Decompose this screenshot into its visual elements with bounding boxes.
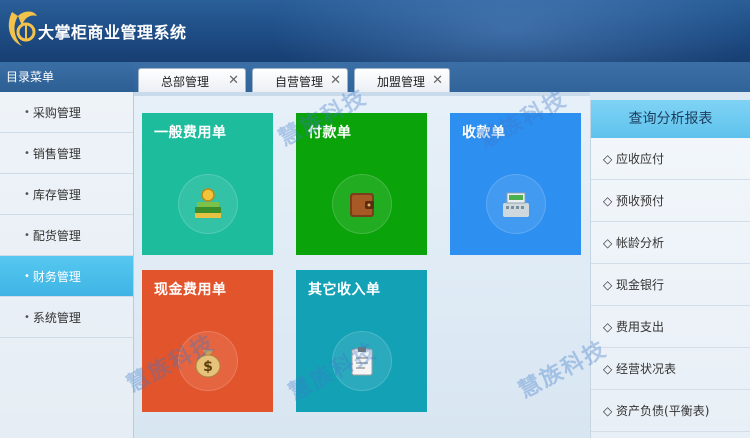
bullet-icon: • xyxy=(24,188,30,200)
sidebar-item-label: 销售管理 xyxy=(32,146,81,161)
tab-label: 总部管理 xyxy=(161,75,210,89)
bullet-icon: • xyxy=(24,106,30,118)
app-header: 大掌柜商业管理系统 xyxy=(0,0,750,62)
sidebar-item-system[interactable]: • 系统管理 xyxy=(0,297,133,338)
sidebar-item-inventory[interactable]: • 库存管理 xyxy=(0,174,133,215)
tile-label: 付款单 xyxy=(308,125,352,141)
report-link-expense[interactable]: ◇ 费用支出 xyxy=(591,306,750,348)
sidebar-item-label: 财务管理 xyxy=(32,269,81,284)
sidebar-item-purchase[interactable]: • 采购管理 xyxy=(0,92,133,133)
wallet-icon xyxy=(331,173,392,234)
tile-label: 一般费用单 xyxy=(154,125,227,141)
close-icon[interactable]: ✕ xyxy=(432,73,443,88)
sidebar-menu: • 采购管理 • 销售管理 • 库存管理 • 配货管理 • 财务管理 • 系统管… xyxy=(0,92,134,438)
tile-general-expense[interactable]: 一般费用单 xyxy=(142,113,273,255)
bullet-icon: • xyxy=(24,229,30,241)
report-link-operating-status[interactable]: ◇ 经营状况表 xyxy=(591,348,750,390)
company-logo-icon xyxy=(8,11,37,46)
sidebar-item-label: 系统管理 xyxy=(32,310,81,325)
main-content: 一般费用单 付款单 收款单 现金费用单 $ 其它收入单 慧族科技 慧族科技 慧族… xyxy=(123,85,611,438)
close-icon[interactable]: ✕ xyxy=(228,73,239,88)
cash-register-icon xyxy=(485,173,546,234)
report-link-aging[interactable]: ◇ 帐龄分析 xyxy=(591,222,750,264)
report-link-advance[interactable]: ◇ 预收预付 xyxy=(591,180,750,222)
sidebar-item-distribution[interactable]: • 配货管理 xyxy=(0,215,133,256)
tab-headquarters[interactable]: 总部管理 ✕ xyxy=(138,68,246,94)
books-coins-icon xyxy=(177,173,238,234)
close-icon[interactable]: ✕ xyxy=(330,73,341,88)
report-link-balance-sheet[interactable]: ◇ 资产负债(平衡表) xyxy=(591,390,750,432)
sidebar-header: 目录菜单 xyxy=(0,62,134,92)
tab-bar: 总部管理 ✕ 自营管理 ✕ 加盟管理 ✕ xyxy=(134,62,750,94)
tile-label: 其它收入单 xyxy=(308,282,381,298)
sidebar-item-label: 配货管理 xyxy=(32,228,81,243)
sidebar-item-label: 采购管理 xyxy=(32,105,81,120)
bullet-icon: • xyxy=(24,147,30,159)
report-panel-title: 查询分析报表 xyxy=(591,100,750,138)
sidebar-item-finance[interactable]: • 财务管理 xyxy=(0,256,133,297)
tile-label: 现金费用单 xyxy=(154,282,227,298)
tile-other-income[interactable]: 其它收入单 xyxy=(296,270,427,412)
report-panel: 查询分析报表 ◇ 应收应付 ◇ 预收预付 ◇ 帐龄分析 ◇ 现金银行 ◇ 费用支… xyxy=(590,100,750,438)
tile-label: 收款单 xyxy=(462,125,506,141)
svg-text:$: $ xyxy=(203,359,213,375)
bullet-icon: • xyxy=(24,270,30,282)
sidebar-item-sales[interactable]: • 销售管理 xyxy=(0,133,133,174)
app-title: 大掌柜商业管理系统 xyxy=(38,23,187,42)
tab-label: 加盟管理 xyxy=(377,75,426,89)
report-link-cash-bank[interactable]: ◇ 现金银行 xyxy=(591,264,750,306)
tile-payment[interactable]: 付款单 xyxy=(296,113,427,255)
tile-cash-expense[interactable]: 现金费用单 $ xyxy=(142,270,273,412)
clipboard-icon xyxy=(331,330,392,391)
tab-franchise[interactable]: 加盟管理 ✕ xyxy=(354,68,450,94)
bullet-icon: • xyxy=(24,311,30,323)
tile-receipt[interactable]: 收款单 xyxy=(450,113,581,255)
tab-self-operated[interactable]: 自营管理 ✕ xyxy=(252,68,348,94)
report-link-receivable-payable[interactable]: ◇ 应收应付 xyxy=(591,138,750,180)
money-bag-icon: $ xyxy=(177,330,238,391)
sidebar-item-label: 库存管理 xyxy=(32,187,81,202)
tab-label: 自营管理 xyxy=(275,75,324,89)
